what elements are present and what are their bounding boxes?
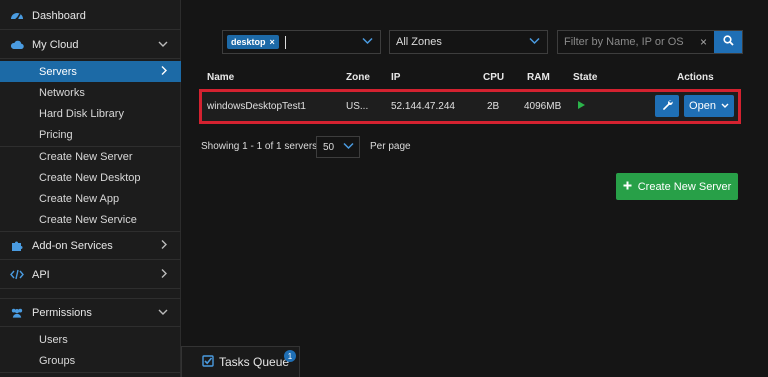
- sidebar-item-label: Networks: [39, 86, 85, 99]
- column-header-cpu[interactable]: CPU: [483, 72, 504, 83]
- sidebar-item-label: My Cloud: [32, 38, 79, 51]
- sidebar-item-create-new-service[interactable]: Create New Service: [0, 209, 181, 230]
- per-page-value: 50: [323, 141, 335, 153]
- sidebar-item-permissions[interactable]: Permissions: [0, 299, 181, 327]
- sidebar-item-label: Groups: [39, 354, 76, 367]
- plus-icon: [623, 181, 632, 193]
- running-state-icon: [578, 101, 585, 109]
- sidebar-item-label: Dashboard: [32, 9, 86, 22]
- sidebar-item-label: Pricing: [39, 128, 73, 141]
- create-new-server-button[interactable]: Create New Server: [616, 173, 738, 200]
- sidebar-item-groups[interactable]: Groups: [0, 350, 181, 371]
- sidebar-item-pricing[interactable]: Pricing: [0, 124, 181, 145]
- server-ram: 4096MB: [524, 101, 562, 112]
- per-page-select[interactable]: 50: [316, 136, 360, 158]
- sidebar-item-networks[interactable]: Networks: [0, 82, 181, 103]
- sidebar-item-hard-disk-library[interactable]: Hard Disk Library: [0, 103, 181, 124]
- clear-search-icon[interactable]: ×: [700, 35, 707, 49]
- settings-button[interactable]: [655, 95, 679, 117]
- column-header-actions: Actions: [677, 72, 714, 83]
- dashboard-icon: [10, 9, 24, 23]
- sidebar-item-label: Permissions: [32, 306, 92, 319]
- server-name[interactable]: windowsDesktopTest1: [207, 101, 306, 112]
- tag-chip: desktop ×: [227, 35, 279, 49]
- sidebar-item-label: Users: [39, 333, 68, 346]
- tasks-queue-tab[interactable]: Tasks Queue: [181, 346, 300, 377]
- sidebar-item-create-new-server[interactable]: Create New Server: [0, 146, 181, 167]
- sidebar-item-label: Create New Service: [39, 213, 137, 226]
- open-button[interactable]: Open: [684, 95, 734, 117]
- column-header-ip[interactable]: IP: [391, 72, 400, 83]
- sidebar: Dashboard My Cloud Servers Networks Hard…: [0, 0, 181, 377]
- search-placeholder: Filter by Name, IP or OS: [564, 36, 684, 48]
- tag-remove-icon[interactable]: ×: [270, 37, 275, 47]
- puzzle-icon: [10, 239, 24, 253]
- per-page-label: Per page: [370, 141, 411, 152]
- column-header-zone[interactable]: Zone: [346, 72, 370, 83]
- zone-select[interactable]: All Zones: [389, 30, 548, 54]
- sidebar-item-my-cloud[interactable]: My Cloud: [0, 31, 181, 59]
- sidebar-item-addon-services[interactable]: Add-on Services: [0, 232, 181, 260]
- code-icon: [10, 268, 24, 282]
- tasks-queue-label: Tasks Queue: [219, 355, 290, 369]
- tag-chip-label: desktop: [231, 37, 266, 47]
- column-header-name[interactable]: Name: [207, 72, 234, 83]
- chevron-down-icon: [343, 142, 354, 153]
- sidebar-item-create-new-app[interactable]: Create New App: [0, 188, 181, 209]
- search-field[interactable]: Filter by Name, IP or OS ×: [557, 30, 743, 54]
- search-button[interactable]: [714, 31, 742, 53]
- sidebar-item-dashboard[interactable]: Dashboard: [0, 2, 181, 30]
- column-header-ram[interactable]: RAM: [527, 72, 550, 83]
- chevron-right-icon: [161, 65, 168, 78]
- chevron-down-icon: [721, 100, 729, 112]
- sidebar-item-label: Create New App: [39, 192, 120, 205]
- wrench-icon: [662, 99, 673, 113]
- open-button-label: Open: [689, 100, 716, 112]
- chevron-down-icon: [529, 36, 540, 48]
- users-icon: [10, 306, 24, 320]
- sidebar-item-label: API: [32, 268, 50, 281]
- chevron-down-icon: [158, 307, 168, 319]
- chevron-right-icon: [161, 268, 168, 281]
- sidebar-item-users[interactable]: Users: [0, 329, 181, 350]
- server-zone: US...: [346, 101, 369, 112]
- sidebar-item-api[interactable]: API: [0, 261, 181, 289]
- sidebar-item-label: Hard Disk Library: [39, 107, 124, 120]
- server-cpu: 2B: [487, 101, 500, 112]
- column-header-state[interactable]: State: [573, 72, 597, 83]
- results-count: Showing 1 - 1 of 1 servers,: [201, 141, 320, 152]
- chevron-right-icon: [161, 239, 168, 252]
- text-cursor: [284, 35, 286, 49]
- search-icon: [722, 35, 734, 49]
- tag-filter-input[interactable]: desktop ×: [222, 30, 381, 54]
- chevron-down-icon: [158, 39, 168, 51]
- cloud-icon: [10, 38, 24, 52]
- server-ip: 52.144.47.244: [391, 101, 455, 112]
- tasks-count-badge: 1: [284, 350, 296, 362]
- sidebar-item-servers[interactable]: Servers: [0, 61, 181, 82]
- create-new-server-label: Create New Server: [637, 180, 732, 193]
- chevron-down-icon[interactable]: [362, 36, 373, 48]
- divider: [0, 372, 181, 373]
- sidebar-item-label: Create New Desktop: [39, 171, 141, 184]
- checkbox-icon: [202, 354, 214, 370]
- sidebar-item-create-new-desktop[interactable]: Create New Desktop: [0, 167, 181, 188]
- sidebar-item-label: Add-on Services: [32, 239, 113, 252]
- zone-select-value: All Zones: [396, 36, 442, 48]
- sidebar-item-label: Servers: [39, 65, 77, 78]
- sidebar-item-label: Create New Server: [39, 150, 133, 163]
